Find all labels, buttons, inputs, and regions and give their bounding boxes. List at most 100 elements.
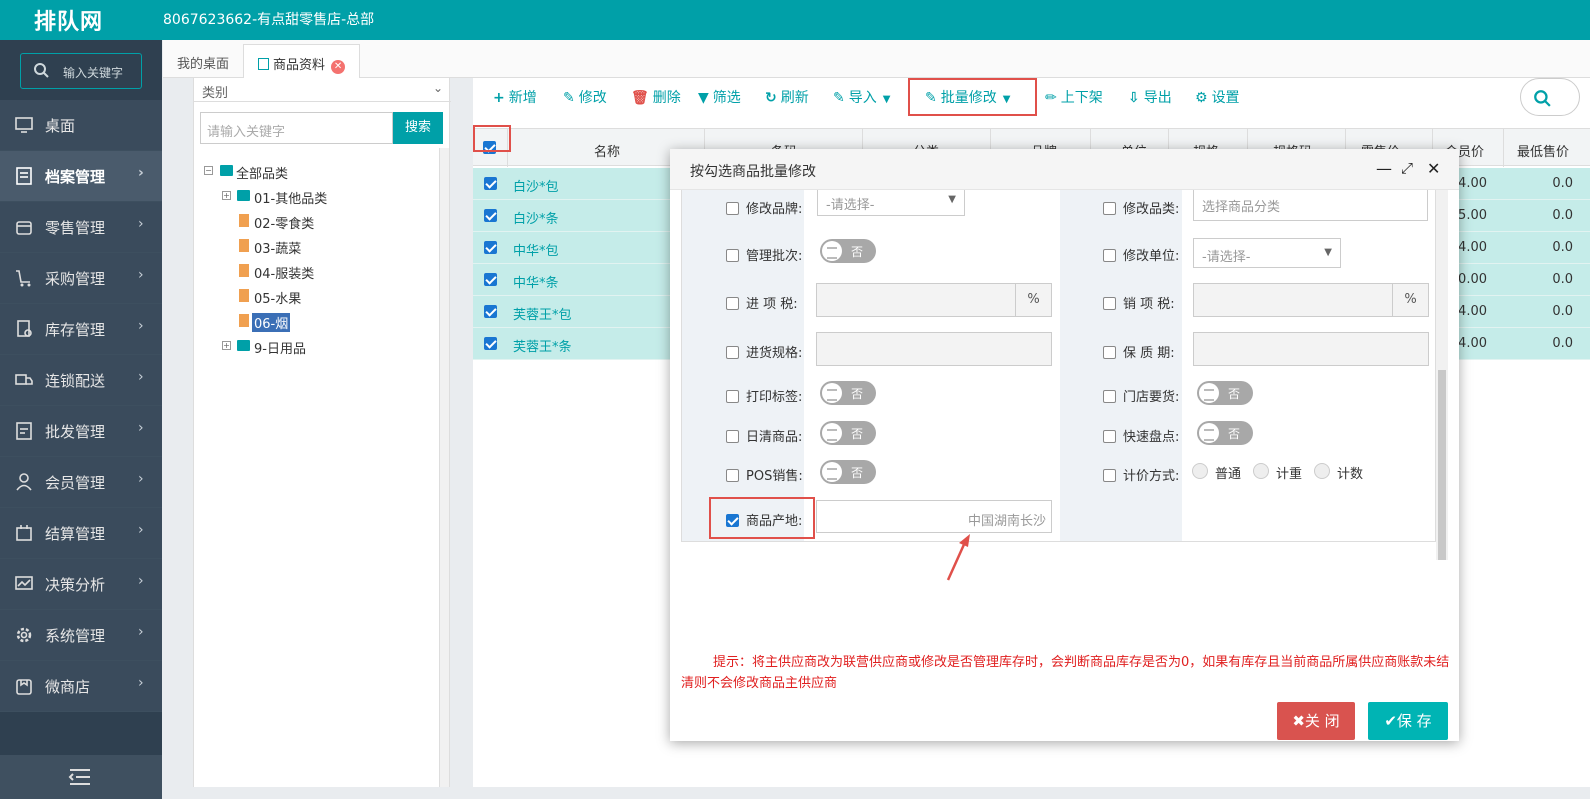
sidebar-item-wholesale[interactable]: 批发管理 › (0, 406, 162, 457)
checkbox[interactable] (1103, 249, 1116, 262)
shelf-life-field[interactable] (1193, 332, 1429, 366)
sidebar-item-desktop[interactable]: 桌面 (0, 100, 162, 151)
grid-search-button[interactable] (1520, 78, 1580, 116)
import-button[interactable]: ✎ 导入 ▼ (833, 87, 890, 109)
row-checkbox[interactable] (484, 337, 497, 350)
sidebar-item-member[interactable]: 会员管理 › (0, 457, 162, 508)
sidebar-item-system[interactable]: 系统管理 › (0, 610, 162, 661)
shelf-life-checkbox-field[interactable]: 保 质 期: (1103, 342, 1175, 361)
category-search-button[interactable]: 搜索 (393, 112, 443, 144)
add-button[interactable]: + 新增 (493, 87, 537, 109)
refresh-button[interactable]: ↻ 刷新 (765, 87, 809, 109)
checkbox[interactable] (1103, 202, 1116, 215)
sidebar-item-analysis[interactable]: 决策分析 › (0, 559, 162, 610)
checkbox[interactable] (1103, 430, 1116, 443)
expand-icon[interactable]: + (222, 191, 231, 200)
checkbox[interactable] (726, 390, 739, 403)
collapse-icon[interactable]: − (204, 166, 213, 175)
category-checkbox-field[interactable]: 修改品类: (1103, 198, 1179, 217)
row-name[interactable]: 中华*条 (513, 272, 559, 291)
spec-field[interactable] (816, 332, 1052, 366)
checkbox[interactable] (1103, 346, 1116, 359)
daily-clear-toggle[interactable]: 否 (820, 421, 876, 445)
batch-checkbox-field[interactable]: 管理批次: (726, 245, 802, 264)
category-scrollbar[interactable] (439, 148, 449, 787)
pricing-radio-weight[interactable] (1253, 463, 1269, 479)
row-name[interactable]: 芙蓉王*条 (513, 336, 572, 355)
sidebar-collapse-button[interactable] (0, 755, 162, 799)
checkbox[interactable] (726, 249, 739, 262)
pos-toggle[interactable]: 否 (820, 460, 876, 484)
sidebar-search-input[interactable]: 输入关键字 (20, 53, 142, 89)
output-tax-field[interactable]: % (1193, 283, 1429, 317)
row-checkbox[interactable] (484, 273, 497, 286)
export-button[interactable]: ⇩ 导出 (1128, 87, 1172, 109)
output-tax-checkbox-field[interactable]: 销 项 税: (1103, 293, 1175, 312)
close-button[interactable]: ✖关 闭 (1277, 702, 1355, 740)
minimize-icon[interactable]: — (1376, 159, 1392, 178)
batch-toggle[interactable]: 否 (820, 239, 876, 263)
shelf-button[interactable]: ✏ 上下架 (1045, 87, 1103, 109)
settings-button[interactable]: ⚙ 设置 (1195, 87, 1240, 109)
checkbox[interactable] (726, 430, 739, 443)
row-name[interactable]: 芙蓉王*包 (513, 304, 572, 323)
tab-close-icon[interactable]: ✕ (331, 60, 346, 74)
row-checkbox[interactable] (484, 305, 497, 318)
store-request-toggle[interactable]: 否 (1197, 381, 1253, 405)
col-name[interactable]: 名称 (594, 141, 620, 160)
checkbox[interactable] (726, 297, 739, 310)
quick-count-toggle[interactable]: 否 (1197, 421, 1253, 445)
brand-select[interactable]: -请选择- ▼ (817, 190, 965, 216)
expand-icon[interactable]: + (222, 341, 231, 350)
category-select[interactable]: 类别 ⌄ (194, 78, 451, 102)
checkbox[interactable] (1103, 390, 1116, 403)
row-checkbox[interactable] (484, 241, 497, 254)
unit-select[interactable]: -请选择- ▼ (1193, 238, 1341, 268)
checkbox[interactable] (1103, 469, 1116, 482)
print-checkbox-field[interactable]: 打印标签: (726, 386, 802, 405)
sidebar-item-settlement[interactable]: 结算管理 › (0, 508, 162, 559)
col-min-price[interactable]: 最低售价 (1517, 141, 1569, 160)
save-button[interactable]: ✔保 存 (1368, 702, 1448, 740)
input-tax-field[interactable]: % (816, 283, 1052, 317)
category-search-input[interactable]: 请输入关键字 (200, 112, 393, 144)
origin-field[interactable]: 中国湖南长沙 (816, 500, 1052, 533)
print-toggle[interactable]: 否 (820, 381, 876, 405)
pricing-checkbox-field[interactable]: 计价方式: (1103, 465, 1179, 484)
row-name[interactable]: 白沙*条 (513, 208, 559, 227)
dialog-scrollbar[interactable] (1436, 190, 1448, 560)
checkbox[interactable] (726, 346, 739, 359)
checkbox[interactable] (726, 202, 739, 215)
input-tax-checkbox-field[interactable]: 进 项 税: (726, 293, 798, 312)
daily-clear-checkbox-field[interactable]: 日清商品: (726, 426, 802, 445)
tab-home[interactable]: 我的桌面 (163, 44, 243, 78)
filter-button[interactable]: ▼ 筛选 (698, 87, 741, 109)
sidebar-item-retail[interactable]: 零售管理 › (0, 202, 162, 253)
sidebar-item-distribution[interactable]: 连锁配送 › (0, 355, 162, 406)
sidebar-item-inventory[interactable]: 库存管理 › (0, 304, 162, 355)
row-checkbox[interactable] (484, 177, 497, 190)
sidebar-item-archive[interactable]: 档案管理 › (0, 151, 162, 202)
sidebar-item-purchase[interactable]: 采购管理 › (0, 253, 162, 304)
pricing-radio-count[interactable] (1314, 463, 1330, 479)
checkbox[interactable] (726, 469, 739, 482)
pricing-radio-normal[interactable] (1192, 463, 1208, 479)
pos-checkbox-field[interactable]: POS销售: (726, 465, 803, 484)
tab-product-info[interactable]: 商品资料 ✕ (243, 44, 361, 78)
maximize-icon[interactable]: ⤢ (1401, 159, 1413, 177)
scrollbar-thumb[interactable] (1438, 370, 1446, 560)
checkbox[interactable] (1103, 297, 1116, 310)
row-checkbox[interactable] (484, 209, 497, 222)
store-request-checkbox-field[interactable]: 门店要货: (1103, 386, 1179, 405)
edit-button[interactable]: ✎ 修改 (563, 87, 607, 109)
sidebar-item-microstore[interactable]: 微商店 › (0, 661, 162, 712)
spec-checkbox-field[interactable]: 进货规格: (726, 342, 802, 361)
close-icon[interactable]: ✕ (1427, 159, 1440, 178)
row-name[interactable]: 白沙*包 (513, 176, 559, 195)
quick-count-checkbox-field[interactable]: 快速盘点: (1103, 426, 1179, 445)
unit-checkbox-field[interactable]: 修改单位: (1103, 245, 1179, 264)
brand-checkbox-field[interactable]: 修改品牌: (726, 198, 802, 217)
delete-button[interactable]: 🗑 删除 (631, 87, 681, 109)
category-picker[interactable]: 选择商品分类 (1193, 190, 1428, 221)
row-name[interactable]: 中华*包 (513, 240, 559, 259)
